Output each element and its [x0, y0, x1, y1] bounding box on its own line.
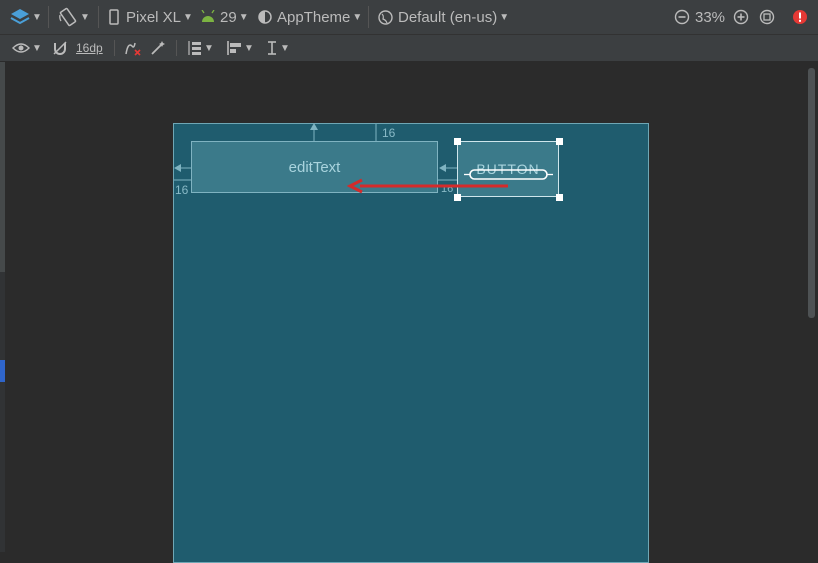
button-baseline-handle[interactable] [464, 169, 553, 180]
left-anchor-arrow [174, 164, 181, 172]
resize-handle-top-left[interactable] [454, 138, 461, 145]
resize-handle-bottom-right[interactable] [556, 194, 563, 201]
constraint-overlay [174, 123, 553, 194]
button-anchor-arrow [439, 164, 446, 172]
constraint-lines [174, 123, 457, 181]
top-anchor-arrow [310, 123, 318, 130]
red-arrow-annotation [346, 178, 508, 194]
resize-handle-top-right[interactable] [556, 138, 563, 145]
resize-handle-bottom-left[interactable] [454, 194, 461, 201]
